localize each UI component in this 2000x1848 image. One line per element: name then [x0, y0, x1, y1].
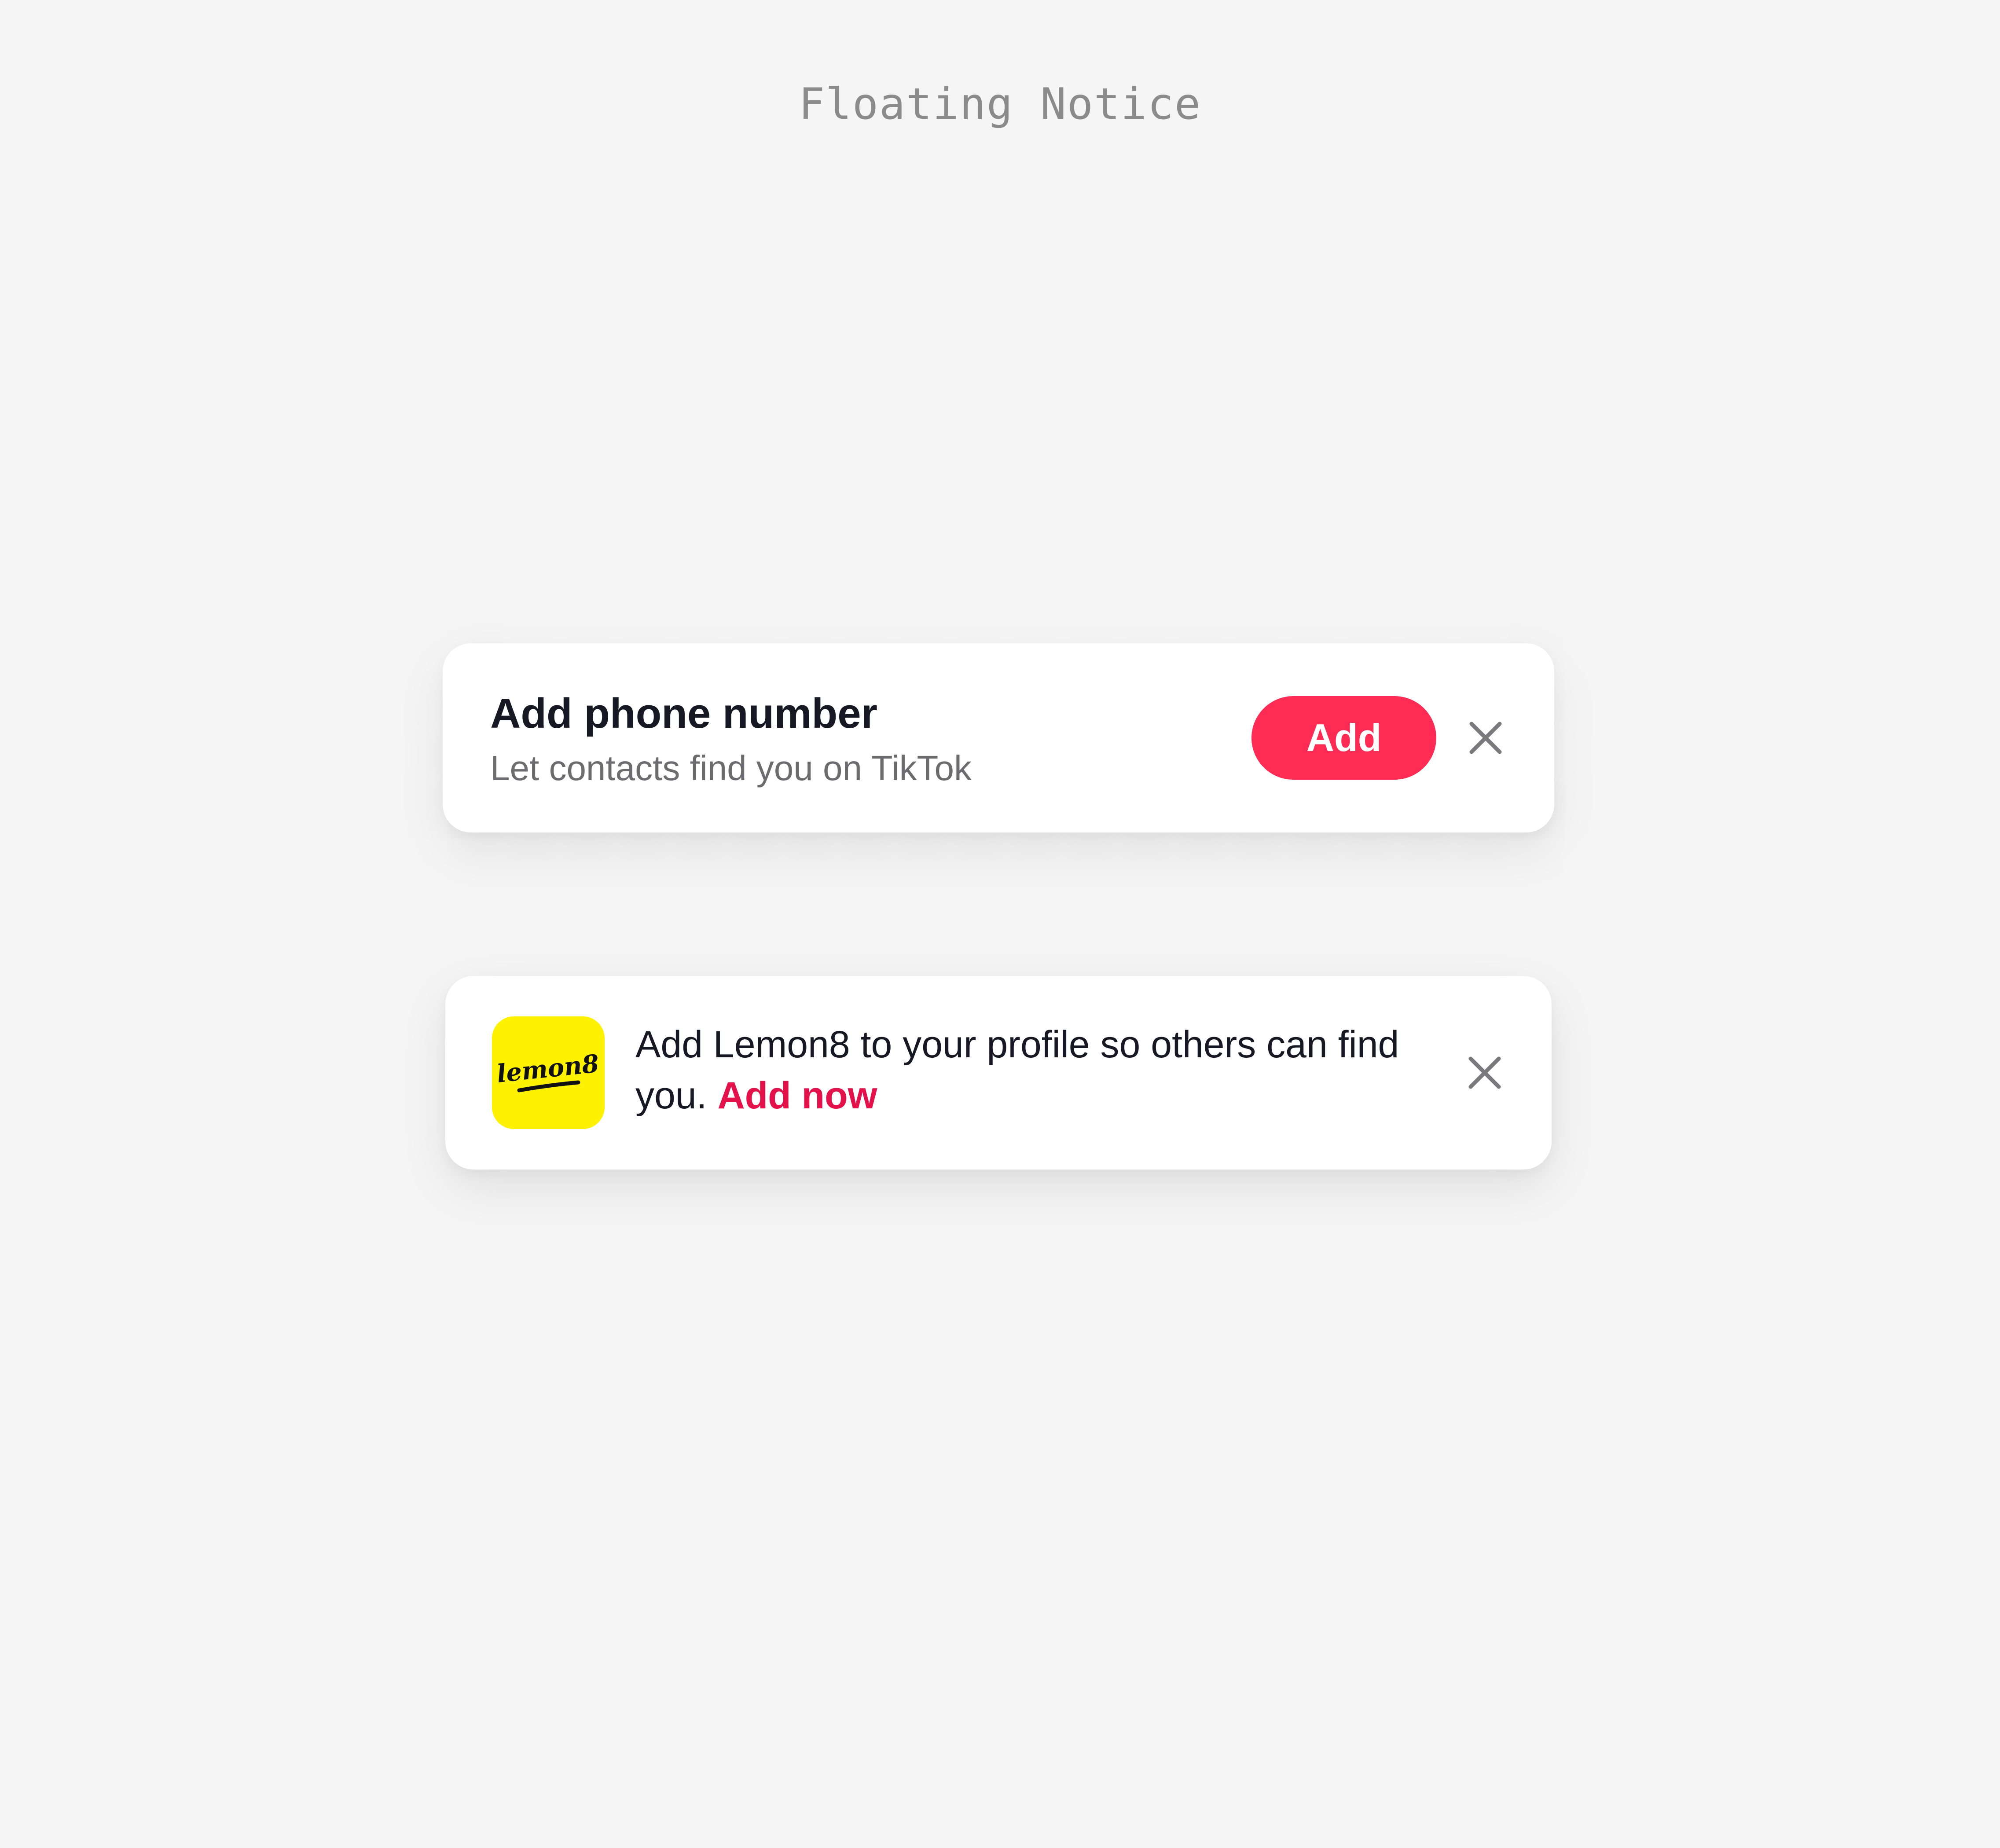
notice-subtitle: Let contacts find you on TikTok: [490, 748, 972, 788]
close-lemon8-notice-button[interactable]: [1458, 1046, 1511, 1099]
notice-message: Add Lemon8 to your profile so others can…: [635, 1019, 1410, 1121]
page-title: Floating Notice: [798, 79, 1201, 129]
close-icon: [1469, 722, 1502, 754]
add-now-link[interactable]: Add now: [717, 1074, 877, 1117]
lemon8-notice: lemon8 Add Lemon8 to your profile so oth…: [445, 976, 1552, 1170]
notice-title: Add phone number: [490, 690, 877, 737]
lemon8-logo: lemon8: [492, 1016, 605, 1129]
close-icon: [1468, 1056, 1501, 1089]
phone-number-notice: Add phone number Let contacts find you o…: [443, 643, 1554, 832]
add-phone-button[interactable]: Add: [1251, 696, 1436, 780]
close-phone-notice-button[interactable]: [1459, 711, 1512, 764]
lemon8-logo-icon: lemon8: [492, 1016, 605, 1129]
